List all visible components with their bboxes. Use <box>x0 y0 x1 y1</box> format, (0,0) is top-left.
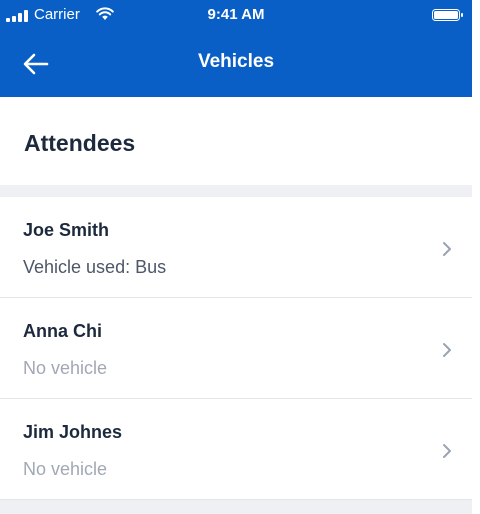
attendee-name: Anna Chi <box>23 321 102 341</box>
app-screen: Carrier 9:41 AM Vehicles Attendees Joe S… <box>0 0 472 514</box>
vehicle-status: No vehicle <box>23 358 108 378</box>
attendee-list: Joe Smith Vehicle used: Bus Anna Chi No … <box>0 197 472 500</box>
attendee-row-anna-chi[interactable]: Anna Chi No vehicle <box>0 298 472 399</box>
list-footer-spacer <box>0 500 472 514</box>
attendee-row-jim-johnes[interactable]: Jim Johnes No vehicle <box>0 399 472 500</box>
vehicle-status: Vehicle used: Bus <box>23 257 167 277</box>
status-bar: Carrier 9:41 AM <box>0 0 472 30</box>
chevron-right-icon <box>443 242 451 256</box>
chevron-right-icon <box>443 343 451 357</box>
vehicle-status: No vehicle <box>23 459 108 479</box>
page-title: Vehicles <box>197 51 275 72</box>
section-title: Attendees <box>24 130 136 156</box>
screen-edge <box>472 0 480 514</box>
header: Carrier 9:41 AM Vehicles <box>0 0 472 97</box>
attendee-name: Jim Johnes <box>23 422 123 442</box>
attendee-row-joe-smith[interactable]: Joe Smith Vehicle used: Bus <box>0 197 472 298</box>
attendee-name: Joe Smith <box>23 220 110 240</box>
attendees-section-header: Attendees <box>0 97 472 185</box>
chevron-right-icon <box>443 444 451 458</box>
status-time: 9:41 AM <box>207 6 265 23</box>
navigation-bar: Vehicles <box>0 30 472 97</box>
battery-icon <box>432 9 463 21</box>
